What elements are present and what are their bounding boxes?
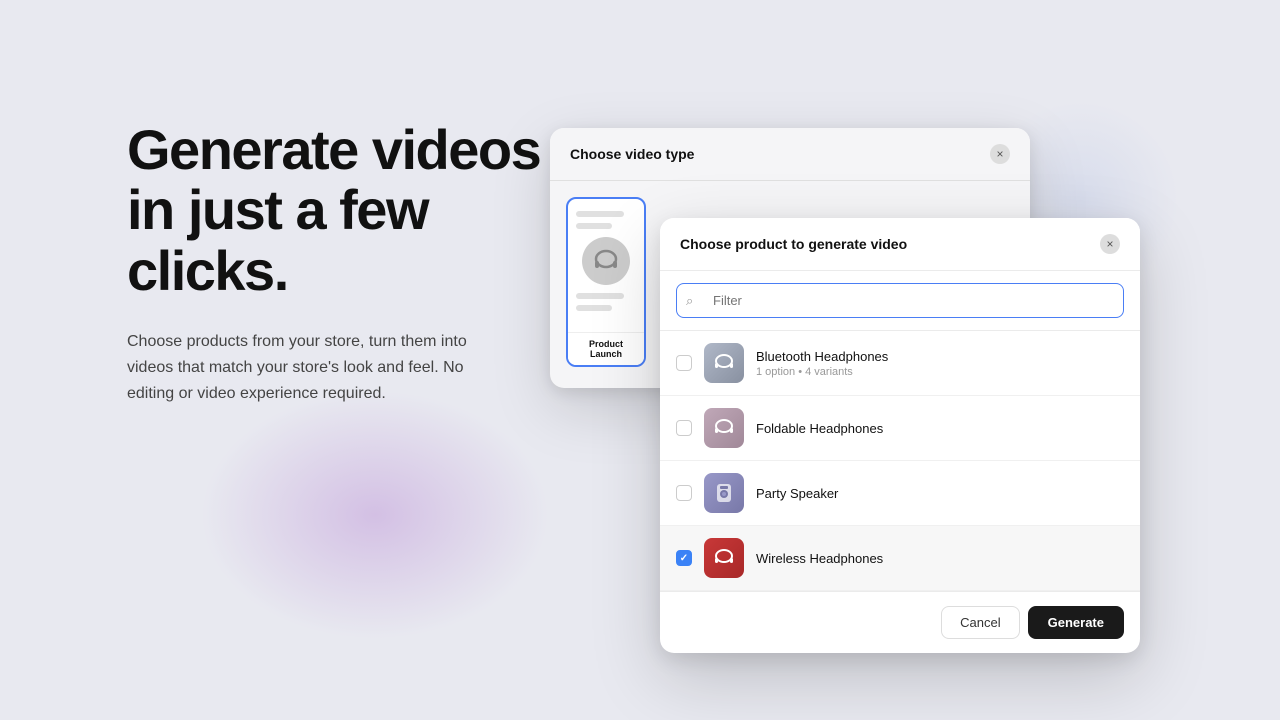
- left-panel: Generate videos in just a few clicks. Ch…: [127, 120, 547, 406]
- party-speaker-icon: [710, 479, 738, 507]
- bg-decoration-purple: [200, 390, 550, 640]
- right-panel: Choose video type ×: [550, 128, 1050, 528]
- product-checkbox-4[interactable]: [676, 550, 692, 566]
- search-input[interactable]: [676, 283, 1124, 318]
- product-info-4: Wireless Headphones: [756, 551, 1124, 566]
- wireless-headphones-icon: [710, 544, 738, 572]
- list-item[interactable]: Foldable Headphones: [660, 396, 1140, 461]
- modal-video-type-header: Choose video type ×: [550, 128, 1030, 181]
- card-label: Product Launch: [568, 332, 644, 365]
- card-line-4: [576, 305, 612, 311]
- list-item[interactable]: Wireless Headphones: [660, 526, 1140, 591]
- product-info-1: Bluetooth Headphones 1 option • 4 varian…: [756, 349, 1124, 378]
- product-name-1: Bluetooth Headphones: [756, 349, 1124, 364]
- search-bar: ⌕: [676, 283, 1124, 318]
- video-type-card-product-launch[interactable]: Product Launch: [566, 197, 646, 367]
- product-thumb-2: [704, 408, 744, 448]
- product-checkbox-3[interactable]: [676, 485, 692, 501]
- product-checkbox-2[interactable]: [676, 420, 692, 436]
- product-checkbox-1[interactable]: [676, 355, 692, 371]
- product-name-4: Wireless Headphones: [756, 551, 1124, 566]
- card-line-3: [576, 293, 624, 299]
- subtext: Choose products from your store, turn th…: [127, 329, 467, 406]
- modal-footer: Cancel Generate: [660, 591, 1140, 653]
- modal-product: Choose product to generate video × ⌕: [660, 218, 1140, 653]
- headline: Generate videos in just a few clicks.: [127, 120, 547, 301]
- generate-button[interactable]: Generate: [1028, 606, 1124, 639]
- product-thumb-4: [704, 538, 744, 578]
- modal-video-type-close-button[interactable]: ×: [990, 144, 1010, 164]
- product-name-2: Foldable Headphones: [756, 421, 1124, 436]
- list-item[interactable]: Bluetooth Headphones 1 option • 4 varian…: [660, 331, 1140, 396]
- product-meta-1: 1 option • 4 variants: [756, 366, 1124, 378]
- product-info-3: Party Speaker: [756, 486, 1124, 501]
- product-thumb-1: [704, 343, 744, 383]
- card-content: [568, 199, 644, 329]
- product-name-3: Party Speaker: [756, 486, 1124, 501]
- card-line-1: [576, 211, 624, 217]
- modal-product-close-button[interactable]: ×: [1100, 234, 1120, 254]
- card-image: [582, 237, 630, 285]
- card-line-2: [576, 223, 612, 229]
- product-list-scroll: Bluetooth Headphones 1 option • 4 varian…: [660, 331, 1140, 591]
- product-thumb-3: [704, 473, 744, 513]
- product-info-2: Foldable Headphones: [756, 421, 1124, 436]
- list-item[interactable]: Party Speaker: [660, 461, 1140, 526]
- cancel-button[interactable]: Cancel: [941, 606, 1019, 639]
- modal-product-header: Choose product to generate video ×: [660, 218, 1140, 271]
- modal-video-type-title: Choose video type: [570, 146, 694, 162]
- foldable-headphones-icon: [710, 414, 738, 442]
- headphones-icon: [588, 243, 624, 279]
- product-list: Bluetooth Headphones 1 option • 4 varian…: [660, 330, 1140, 591]
- modal-product-title: Choose product to generate video: [680, 236, 907, 252]
- search-icon: ⌕: [686, 293, 693, 309]
- bluetooth-headphones-icon: [710, 349, 738, 377]
